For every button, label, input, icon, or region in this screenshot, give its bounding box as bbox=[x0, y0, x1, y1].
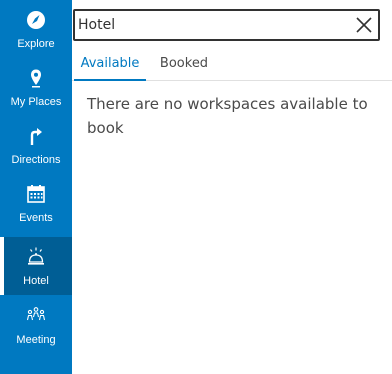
tab-booked[interactable]: Booked bbox=[152, 48, 216, 80]
tab-label: Available bbox=[80, 56, 140, 71]
search-input[interactable] bbox=[78, 13, 348, 37]
tab-bar: Available Booked bbox=[72, 48, 392, 81]
compass-icon bbox=[26, 10, 46, 30]
sidebar: Explore My Places Directions Events Hote… bbox=[0, 0, 72, 374]
sidebar-item-label: Meeting bbox=[16, 334, 56, 346]
calendar-icon bbox=[26, 184, 46, 204]
map-pin-icon bbox=[26, 68, 46, 88]
service-bell-icon bbox=[26, 247, 46, 267]
search-box bbox=[73, 9, 380, 41]
tab-available[interactable]: Available bbox=[74, 48, 146, 81]
sidebar-item-my-places[interactable]: My Places bbox=[0, 58, 72, 116]
sidebar-item-directions[interactable]: Directions bbox=[0, 116, 72, 174]
sidebar-item-meeting[interactable]: Meeting bbox=[0, 296, 72, 354]
sidebar-item-explore[interactable]: Explore bbox=[0, 0, 72, 58]
tab-label: Booked bbox=[159, 56, 209, 71]
sidebar-item-label: Explore bbox=[17, 38, 55, 50]
active-tab-underline bbox=[74, 79, 146, 81]
sidebar-item-label: Events bbox=[19, 212, 53, 224]
sidebar-item-label: Hotel bbox=[23, 275, 49, 287]
sidebar-item-label: Directions bbox=[11, 154, 61, 166]
empty-state-message: There are no workspaces available to boo… bbox=[87, 95, 368, 137]
sidebar-item-label: My Places bbox=[10, 96, 62, 108]
sidebar-item-hotel[interactable]: Hotel bbox=[0, 237, 72, 295]
sidebar-item-events[interactable]: Events bbox=[0, 174, 72, 232]
people-group-icon bbox=[26, 306, 46, 326]
turn-right-arrow-icon bbox=[26, 126, 46, 146]
close-icon[interactable] bbox=[354, 15, 374, 35]
